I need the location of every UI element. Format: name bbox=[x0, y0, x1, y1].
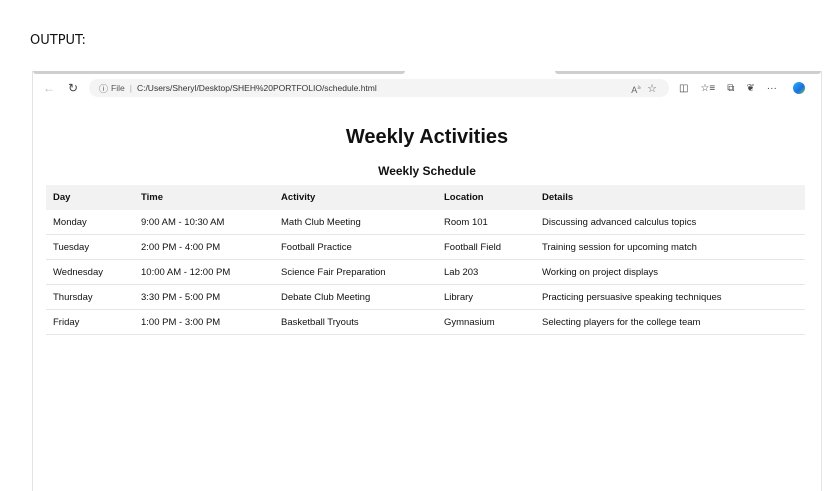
cell-location: Room 101 bbox=[437, 210, 535, 235]
page-subtitle: Weekly Schedule bbox=[378, 164, 476, 178]
split-screen-icon[interactable]: ◫ bbox=[679, 83, 688, 94]
tab-inactive[interactable] bbox=[555, 71, 821, 74]
column-header-time: Time bbox=[134, 185, 274, 210]
column-header-details: Details bbox=[535, 185, 805, 210]
toolbar-icons: ◫ ☆≡ ⧉ ❦ ··· bbox=[679, 82, 805, 94]
reload-icon[interactable]: ↻ bbox=[65, 80, 81, 96]
table-row: Wednesday 10:00 AM - 12:00 PM Science Fa… bbox=[46, 259, 805, 285]
cell-time: 9:00 AM - 10:30 AM bbox=[134, 210, 274, 235]
cell-day: Tuesday bbox=[46, 234, 134, 260]
collections-icon[interactable]: ⧉ bbox=[727, 83, 734, 94]
browser-window: ← ↻ ⓘ File | C:/Users/Sheryl/Desktop/SHE… bbox=[32, 71, 822, 491]
cell-activity: Debate Club Meeting bbox=[274, 284, 437, 310]
cell-location: Football Field bbox=[437, 234, 535, 260]
address-divider: | bbox=[129, 83, 132, 93]
cell-activity: Science Fair Preparation bbox=[274, 259, 437, 285]
cell-details: Discussing advanced calculus topics bbox=[535, 210, 805, 235]
favorite-star-icon[interactable]: ☆ bbox=[647, 82, 657, 95]
copilot-icon[interactable] bbox=[792, 82, 805, 94]
tab-active[interactable] bbox=[33, 71, 405, 74]
more-menu-icon[interactable]: ··· bbox=[767, 83, 777, 94]
cell-location: Lab 203 bbox=[437, 259, 535, 285]
address-url[interactable]: C:/Users/Sheryl/Desktop/SHEH%20PORTFOLIO… bbox=[137, 83, 377, 93]
table-row: Thursday 3:30 PM - 5:00 PM Debate Club M… bbox=[46, 284, 805, 310]
cell-time: 3:30 PM - 5:00 PM bbox=[134, 284, 274, 310]
table-row: Tuesday 2:00 PM - 4:00 PM Football Pract… bbox=[46, 234, 805, 260]
address-scheme: File bbox=[111, 83, 125, 93]
cell-details: Selecting players for the college team bbox=[535, 309, 805, 335]
output-caption: OUTPUT: bbox=[30, 33, 86, 48]
page-title: Weekly Activities bbox=[345, 126, 509, 148]
cell-time: 1:00 PM - 3:00 PM bbox=[134, 309, 274, 335]
table-row: Friday 1:00 PM - 3:00 PM Basketball Tryo… bbox=[46, 309, 805, 335]
cell-day: Thursday bbox=[46, 284, 134, 310]
cell-day: Monday bbox=[46, 210, 134, 235]
column-header-location: Location bbox=[437, 185, 535, 210]
table-row: Monday 9:00 AM - 10:30 AM Math Club Meet… bbox=[46, 210, 805, 235]
info-icon[interactable]: ⓘ bbox=[99, 82, 108, 95]
cell-details: Practicing persuasive speaking technique… bbox=[535, 284, 805, 310]
cell-location: Library bbox=[437, 284, 535, 310]
cell-time: 10:00 AM - 12:00 PM bbox=[134, 259, 274, 285]
column-header-day: Day bbox=[46, 185, 134, 210]
cell-activity: Math Club Meeting bbox=[274, 210, 437, 235]
cell-details: Working on project displays bbox=[535, 259, 805, 285]
read-aloud-icon[interactable]: A৯ bbox=[631, 82, 641, 95]
table-header-row: Day Time Activity Location Details bbox=[46, 185, 805, 210]
schedule-table: Day Time Activity Location Details Monda… bbox=[46, 185, 805, 335]
cell-day: Friday bbox=[46, 309, 134, 335]
favorites-icon[interactable]: ☆≡ bbox=[700, 83, 715, 94]
address-bar[interactable]: ⓘ File | C:/Users/Sheryl/Desktop/SHEH%20… bbox=[89, 79, 669, 97]
back-arrow-icon[interactable]: ← bbox=[41, 80, 57, 96]
column-header-activity: Activity bbox=[274, 185, 437, 210]
cell-activity: Football Practice bbox=[274, 234, 437, 260]
cell-day: Wednesday bbox=[46, 259, 134, 285]
cell-details: Training session for upcoming match bbox=[535, 234, 805, 260]
cell-activity: Basketball Tryouts bbox=[274, 309, 437, 335]
cell-location: Gymnasium bbox=[437, 309, 535, 335]
extensions-icon[interactable]: ❦ bbox=[746, 83, 754, 94]
cell-time: 2:00 PM - 4:00 PM bbox=[134, 234, 274, 260]
browser-toolbar: ← ↻ ⓘ File | C:/Users/Sheryl/Desktop/SHE… bbox=[33, 77, 821, 99]
